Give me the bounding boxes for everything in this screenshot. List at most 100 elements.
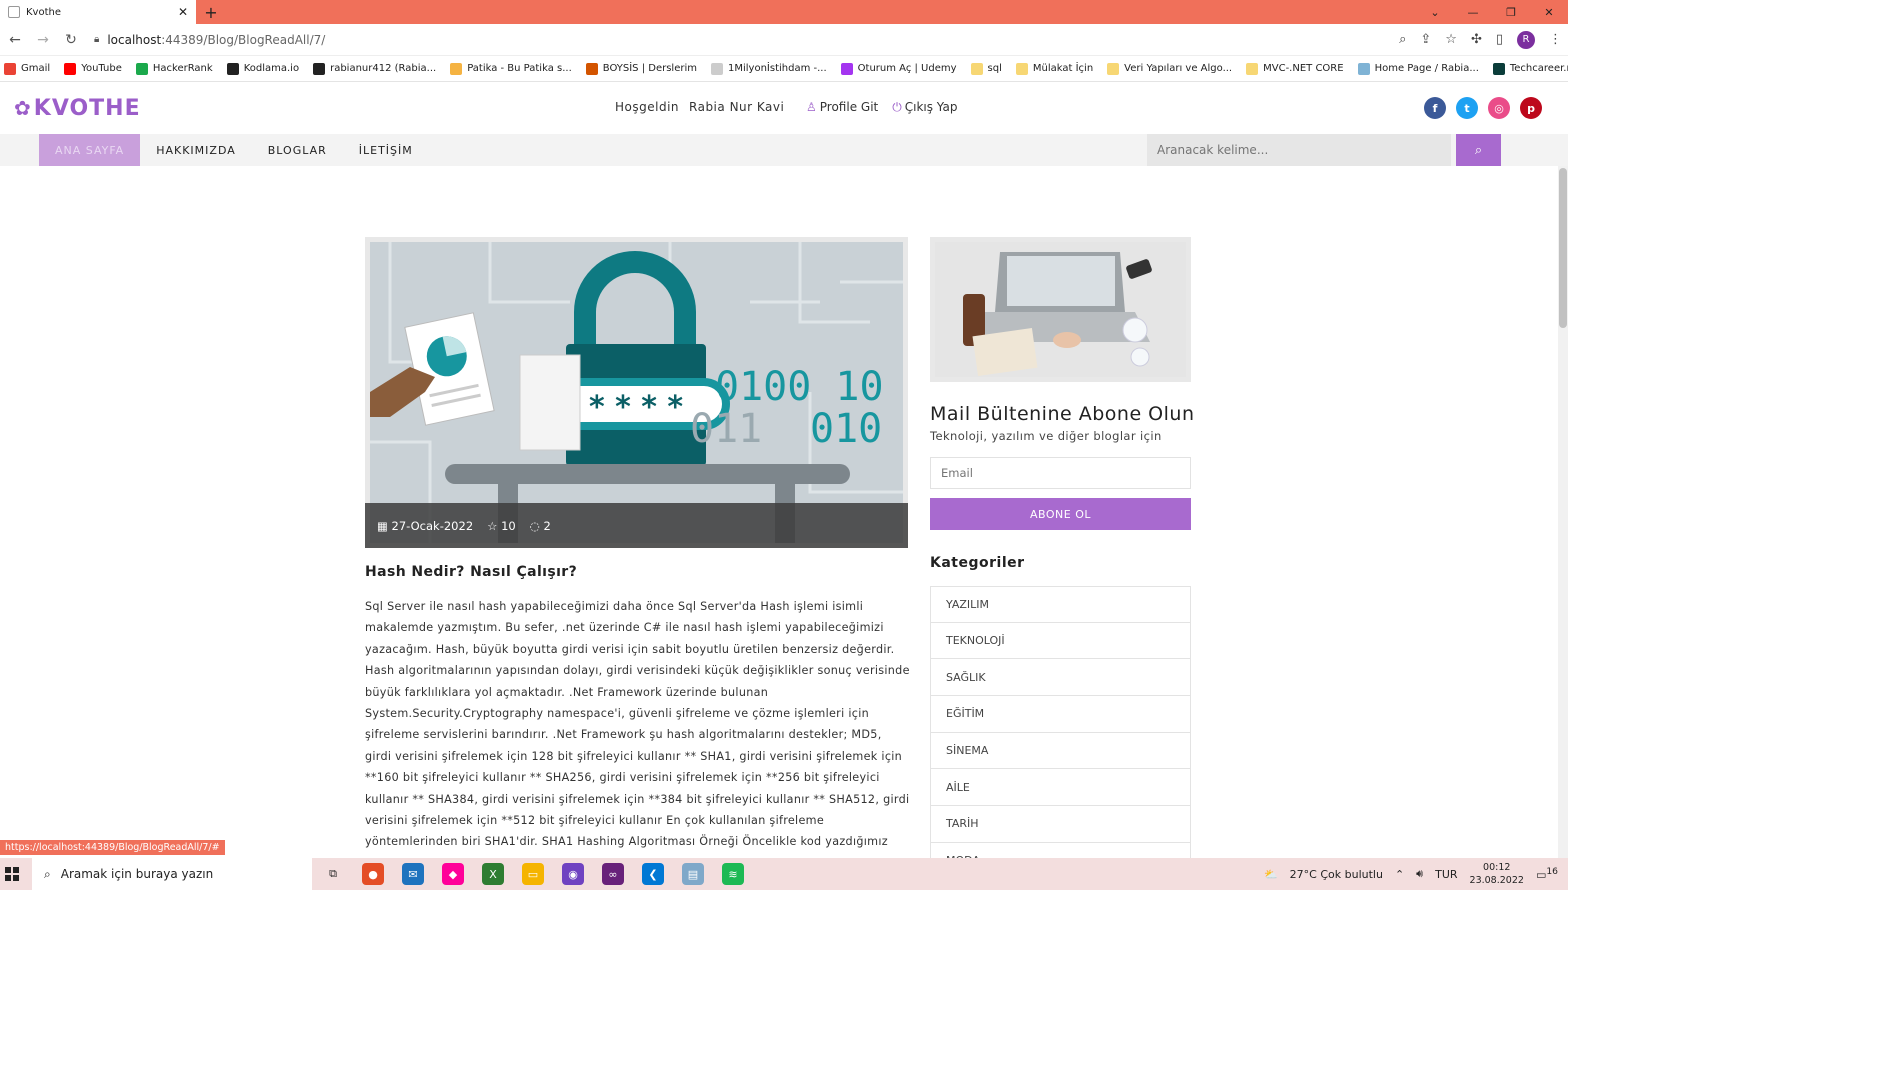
star-icon: ☆ — [487, 518, 498, 533]
bookmark-item[interactable]: Veri Yapıları ve Algo... — [1107, 62, 1232, 75]
bookmark-item[interactable]: sql — [970, 62, 1002, 75]
reload-icon[interactable]: ↻ — [62, 32, 80, 48]
twitter-icon[interactable]: t — [1456, 97, 1478, 119]
facebook-icon[interactable]: f — [1424, 97, 1446, 119]
bookmark-label: Patika - Bu Patika s... — [467, 63, 572, 74]
menu-item[interactable]: BLOGLAR — [252, 134, 343, 166]
visual-studio-icon[interactable]: ∞ — [602, 863, 624, 885]
bookmark-item[interactable]: Patika - Bu Patika s... — [450, 62, 572, 75]
menu-item[interactable]: HAKKIMIZDA — [140, 134, 252, 166]
vscode-icon[interactable]: ❮ — [642, 863, 664, 885]
dribbble-icon[interactable]: ◎ — [1488, 97, 1510, 119]
tab-title: Kvothe — [26, 6, 62, 18]
lock-icon[interactable]: 🔒︎ — [94, 34, 99, 45]
bookmark-star-icon[interactable]: ☆ — [1445, 32, 1457, 47]
share-icon[interactable]: ⇪ — [1420, 32, 1431, 47]
svg-text:010: 010 — [810, 406, 882, 452]
back-icon[interactable]: ← — [6, 32, 24, 48]
bookmark-item[interactable]: rabianur412 (Rabia... — [313, 62, 436, 75]
profile-link[interactable]: ♙ Profile Git — [806, 100, 878, 115]
volume-icon[interactable]: 🔊︎ — [1416, 867, 1423, 881]
restore-icon[interactable]: ❐ — [1492, 0, 1530, 24]
bookmark-label: Techcareer.net - Ha... — [1509, 63, 1568, 74]
extensions-icon[interactable]: ✣ — [1471, 32, 1482, 47]
taskbar-search-field[interactable]: ⌕ Aramak için buraya yazın — [32, 858, 312, 890]
clock[interactable]: 00:12 23.08.2022 — [1470, 861, 1524, 887]
url-field[interactable]: 🔒︎ localhost:44389/Blog/BlogReadAll/7/ — [90, 28, 1389, 52]
bookmark-item[interactable]: Mülakat İçin — [1015, 62, 1094, 75]
email-field[interactable] — [930, 457, 1191, 489]
menu-kebab-icon[interactable]: ⋮ — [1549, 32, 1562, 47]
page-scrollbar[interactable] — [1558, 166, 1568, 858]
windows-start-icon[interactable] — [0, 858, 24, 890]
menu-item[interactable]: İLETİŞİM — [343, 134, 429, 166]
browser-tab[interactable]: Kvothe ✕ — [0, 0, 196, 24]
clock-time: 00:12 — [1483, 862, 1511, 873]
category-item[interactable]: AİLE — [930, 769, 1191, 807]
bookmark-item[interactable]: Techcareer.net - Ha... — [1492, 62, 1568, 75]
weather-text[interactable]: 27°C Çok bulutlu — [1290, 868, 1383, 881]
zoom-icon[interactable]: ⌕ — [1399, 32, 1406, 47]
forward-icon[interactable]: → — [34, 32, 52, 48]
svg-text:011: 011 — [690, 406, 762, 452]
welcome-text: Hoşgeldin — [615, 100, 680, 114]
sidebar-laptop-image — [935, 242, 1186, 377]
category-item[interactable]: SİNEMA — [930, 732, 1191, 770]
bookmark-favicon-icon — [1107, 62, 1120, 75]
app-icon[interactable]: ◆ — [442, 863, 464, 885]
bookmark-item[interactable]: YouTube — [64, 62, 122, 75]
app-window-icon[interactable]: ▤ — [682, 863, 704, 885]
chrome-icon[interactable]: ● — [362, 863, 384, 885]
menu-item[interactable]: ANA SAYFA — [39, 134, 141, 166]
bookmark-label: Mülakat İçin — [1032, 63, 1094, 74]
task-view-icon[interactable]: ⧉ — [322, 863, 344, 885]
bookmark-item[interactable]: 1Milyonİstihdam -... — [711, 62, 827, 75]
spotify-icon[interactable]: ≋ — [722, 863, 744, 885]
github-desktop-icon[interactable]: ◉ — [562, 863, 584, 885]
minimize-icon[interactable]: — — [1454, 0, 1492, 24]
bookmarks-bar: Gmail YouTube HackerRank Kodlama.io rabianur… — [0, 56, 1568, 82]
bookmark-item[interactable]: MVC-.NET CORE — [1246, 62, 1344, 75]
site-logo[interactable]: ✿ KVOTHE — [14, 96, 141, 121]
subscribe-button[interactable]: ABONE OL — [930, 498, 1191, 530]
side-panel-icon[interactable]: ▯ — [1496, 32, 1503, 47]
category-item[interactable]: TARİH — [930, 806, 1191, 843]
notification-icon[interactable]: ▭16 — [1536, 866, 1558, 882]
mail-icon[interactable]: ✉ — [402, 863, 424, 885]
scrollbar-thumb[interactable] — [1559, 168, 1567, 328]
post-image-card: * * * * 0100 10 011 010 ▦ 27-Ocak-2022 ☆… — [365, 237, 908, 548]
bookmark-item[interactable]: Kodlama.io — [226, 62, 299, 75]
tray-chevron-icon[interactable]: ⌃ — [1395, 868, 1404, 881]
bookmark-item[interactable]: HackerRank — [135, 62, 213, 75]
weather-icon[interactable]: ⛅ — [1264, 868, 1278, 881]
page-content: * * * * 0100 10 011 010 ▦ 27-Ocak-2022 ☆… — [0, 166, 1568, 880]
language-indicator[interactable]: TUR — [1435, 868, 1457, 881]
file-explorer-icon[interactable]: ▭ — [522, 863, 544, 885]
bookmark-item[interactable]: Home Page / Rabia... — [1357, 62, 1479, 75]
bookmark-item[interactable]: BOYSİS | Derslerim — [585, 62, 697, 75]
tab-search-icon[interactable]: ⌄ — [1416, 0, 1454, 24]
category-item[interactable]: SAĞLIK — [930, 659, 1191, 697]
post-meta-bar: ▦ 27-Ocak-2022 ☆ 10 ◌ 2 — [365, 503, 908, 548]
new-tab-button[interactable]: + — [196, 0, 226, 24]
bookmark-item[interactable]: Gmail — [4, 62, 51, 75]
bookmark-label: Oturum Aç | Udemy — [857, 63, 957, 74]
post-rating: ☆ 10 — [487, 519, 516, 533]
pinterest-icon[interactable]: p — [1520, 97, 1542, 119]
profile-avatar[interactable]: R — [1517, 30, 1535, 49]
user-icon: ♙ — [806, 100, 817, 114]
bookmark-label: YouTube — [81, 63, 122, 74]
close-window-icon[interactable]: ✕ — [1530, 0, 1568, 24]
category-item[interactable]: YAZILIM — [930, 586, 1191, 623]
category-item[interactable]: EĞİTİM — [930, 696, 1191, 733]
bookmark-item[interactable]: Oturum Aç | Udemy — [840, 62, 957, 75]
bookmark-favicon-icon — [1357, 62, 1370, 75]
logout-link[interactable]: ⏻ Çıkış Yap — [892, 100, 957, 115]
bookmark-label: Gmail — [21, 63, 51, 74]
close-tab-icon[interactable]: ✕ — [178, 5, 188, 19]
search-button[interactable]: ⌕ — [1456, 134, 1501, 166]
bookmark-favicon-icon — [585, 62, 598, 75]
excel-icon[interactable]: X — [482, 863, 504, 885]
category-item[interactable]: TEKNOLOJİ — [930, 622, 1191, 660]
search-input[interactable] — [1147, 134, 1451, 166]
